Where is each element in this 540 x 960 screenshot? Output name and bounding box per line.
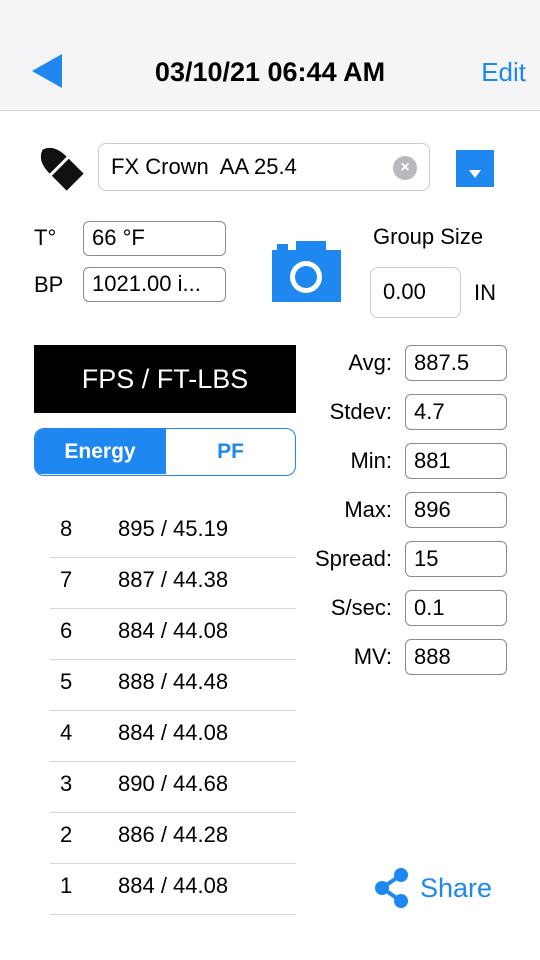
mode-segmented-control: Energy PF — [34, 428, 296, 476]
temperature-label: T° — [34, 225, 57, 250]
ammo-dropdown-button[interactable] — [456, 150, 494, 187]
shot-number: 2 — [60, 822, 73, 847]
shot-value: 895 / 45.19 — [118, 516, 229, 541]
stat-label-max: Max: — [344, 497, 392, 522]
shot-value: 884 / 44.08 — [118, 873, 229, 898]
stat-label-avg: Avg: — [348, 350, 392, 375]
shot-value: 886 / 44.28 — [118, 822, 229, 847]
bullet-icon — [40, 147, 84, 191]
pressure-label: BP — [34, 272, 64, 297]
shot-row[interactable]: 1 884 / 44.08 — [50, 863, 296, 915]
shot-row[interactable]: 5 888 / 44.48 — [50, 659, 296, 711]
camera-icon[interactable] — [272, 241, 341, 302]
nav-bar: 03/10/21 06:44 AM Edit — [0, 0, 540, 111]
edit-button[interactable]: Edit — [481, 54, 526, 90]
shot-number: 7 — [60, 567, 73, 592]
group-size-unit: IN — [474, 280, 496, 305]
stat-field-mv[interactable]: 888 — [405, 639, 507, 675]
stat-field-spread[interactable]: 15 — [405, 541, 507, 577]
shot-row[interactable]: 4 884 / 44.08 — [50, 710, 296, 762]
shot-row[interactable]: 3 890 / 44.68 — [50, 761, 296, 813]
ammo-value: FX Crown AA 25.4 — [111, 154, 297, 179]
stat-field-ssec[interactable]: 0.1 — [405, 590, 507, 626]
temperature-field[interactable]: 66 °F — [83, 221, 226, 256]
shot-value: 884 / 44.08 — [118, 618, 229, 643]
stat-field-avg[interactable]: 887.5 — [405, 345, 507, 381]
segment-energy[interactable]: Energy — [35, 429, 165, 474]
stat-label-stdev: Stdev: — [329, 399, 392, 424]
stat-label-spread: Spread: — [314, 546, 392, 571]
clear-icon[interactable]: × — [393, 156, 417, 180]
stat-label-mv: MV: — [353, 644, 392, 669]
shot-number: 3 — [60, 771, 73, 796]
shot-row[interactable]: 7 887 / 44.38 — [50, 557, 296, 609]
shot-value: 884 / 44.08 — [118, 720, 229, 745]
shot-row[interactable]: 8 895 / 45.19 — [50, 506, 296, 558]
ammo-field[interactable]: FX Crown AA 25.4 × — [98, 143, 430, 191]
chevron-down-icon — [469, 170, 481, 178]
share-icon[interactable] — [374, 866, 410, 910]
shot-value: 888 / 44.48 — [118, 669, 229, 694]
share-button[interactable]: Share — [420, 870, 492, 906]
shot-number: 5 — [60, 669, 73, 694]
units-button[interactable]: FPS / FT-LBS — [34, 345, 296, 413]
stat-field-min[interactable]: 881 — [405, 443, 507, 479]
stat-label-min: Min: — [350, 448, 392, 473]
shot-row[interactable]: 6 884 / 44.08 — [50, 608, 296, 660]
shot-value: 890 / 44.68 — [118, 771, 229, 796]
shot-value: 887 / 44.38 — [118, 567, 229, 592]
pressure-field[interactable]: 1021.00 i... — [83, 267, 226, 302]
shot-number: 1 — [60, 873, 73, 898]
stat-field-max[interactable]: 896 — [405, 492, 507, 528]
group-size-field[interactable]: 0.00 — [370, 267, 461, 318]
shot-row[interactable]: 2 886 / 44.28 — [50, 812, 296, 864]
segment-pf[interactable]: PF — [165, 429, 295, 474]
page-title: 03/10/21 06:44 AM — [154, 57, 386, 87]
stat-label-ssec: S/sec: — [330, 595, 392, 620]
group-size-label: Group Size — [373, 224, 484, 249]
shot-number: 6 — [60, 618, 73, 643]
shot-number: 8 — [60, 516, 73, 541]
shot-number: 4 — [60, 720, 73, 745]
stat-field-stdev[interactable]: 4.7 — [405, 394, 507, 430]
